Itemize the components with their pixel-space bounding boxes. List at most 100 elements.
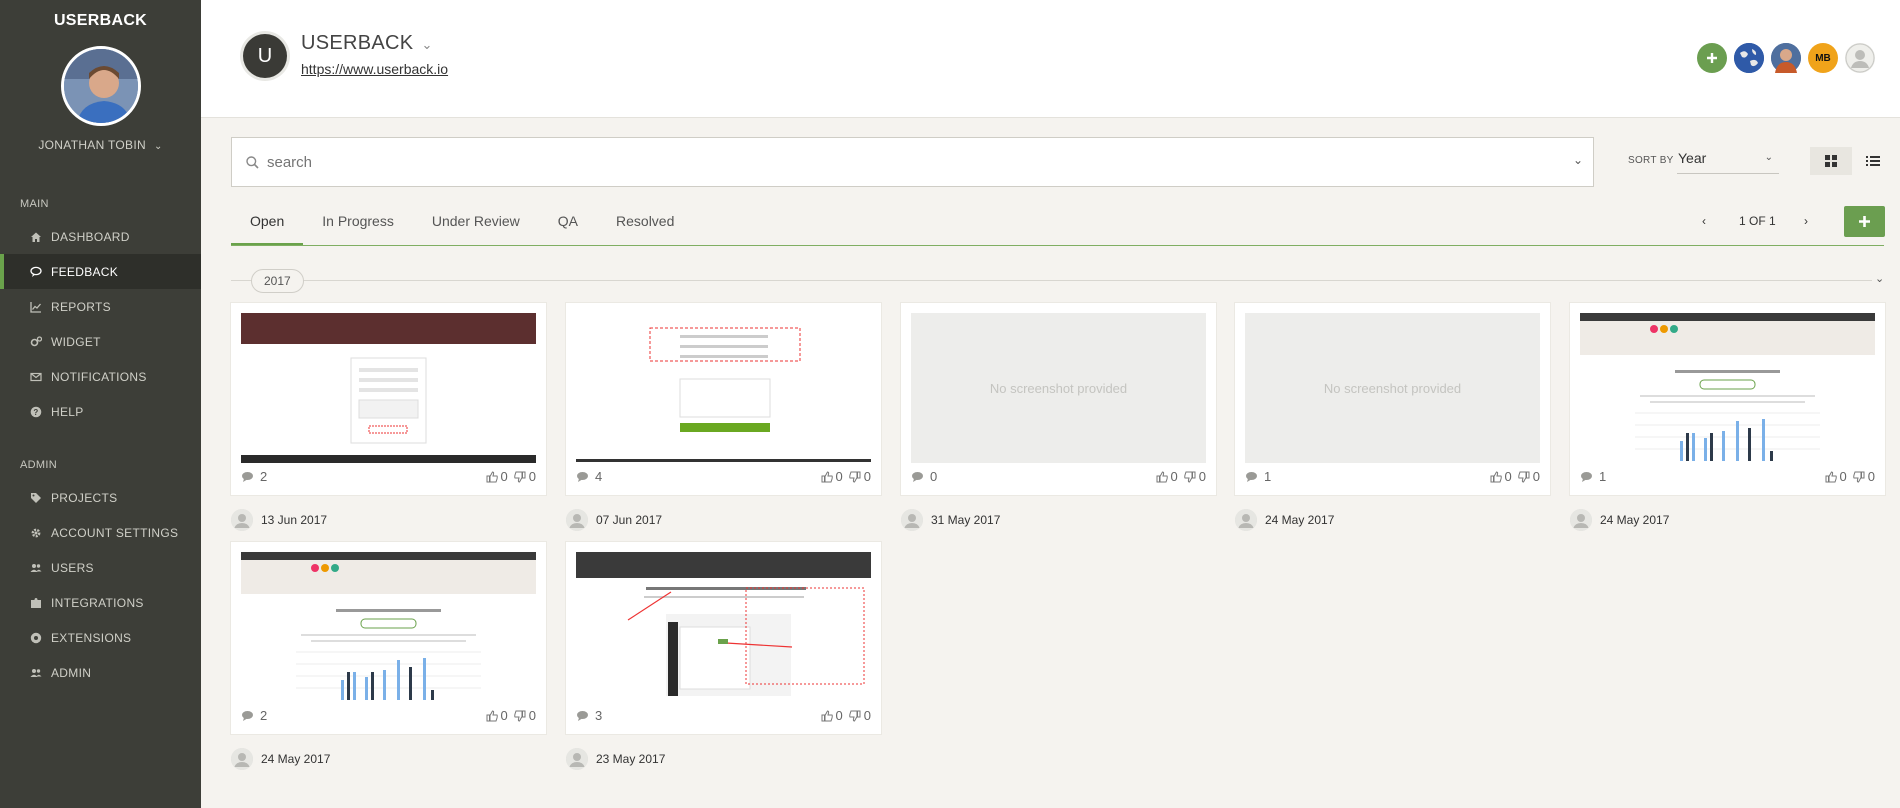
dislike-count: 0 [1532, 469, 1540, 484]
thumbs-up-icon [486, 709, 498, 721]
project-name: USERBACK [301, 32, 414, 54]
dislike-button[interactable] [1518, 471, 1530, 483]
thumbs-down-icon [1853, 471, 1865, 483]
collapse-chevron-icon[interactable]: ⌄ [1875, 272, 1884, 285]
like-button[interactable] [486, 470, 498, 483]
sort-select[interactable]: Year ⌄ [1677, 150, 1779, 174]
feedback-card[interactable]: No screenshot provided 0 0 0 [901, 303, 1216, 495]
like-button[interactable] [1490, 470, 1502, 483]
envelope-icon [30, 371, 42, 383]
thumbs-down-icon [849, 471, 861, 483]
screenshot-thumbnail[interactable] [241, 552, 536, 702]
card-footer: 300 [576, 708, 871, 726]
sidebar-item-extensions[interactable]: EXTENSIONS [0, 620, 201, 655]
no-screenshot-text: No screenshot provided [989, 380, 1128, 396]
feedback-card[interactable]: No screenshot provided 1 0 0 [1235, 303, 1550, 495]
sidebar-item-projects[interactable]: PROJECTS [0, 480, 201, 515]
member-avatar[interactable]: MB [1808, 43, 1838, 73]
member-avatar[interactable] [1734, 43, 1764, 73]
user-placeholder-icon [566, 748, 588, 770]
tab-open[interactable]: Open [231, 206, 304, 246]
card-meta: 24 May 2017 [231, 748, 330, 770]
grid-view-button[interactable] [1810, 147, 1852, 175]
dislike-button[interactable] [849, 471, 861, 483]
chevron-down-icon: ⌄ [1764, 152, 1773, 163]
feedback-card[interactable]: 300 [566, 542, 881, 734]
sidebar-item-account-settings[interactable]: ACCOUNT SETTINGS [0, 515, 201, 550]
sidebar-item-help[interactable]: ? HELP [0, 394, 201, 429]
list-icon [1866, 156, 1880, 166]
sidebar-item-feedback[interactable]: FEEDBACK [0, 254, 201, 289]
sidebar-item-dashboard[interactable]: DASHBOARD [0, 219, 201, 254]
globe-icon [1734, 43, 1764, 73]
comment-count[interactable]: 0 [911, 469, 937, 484]
like-count: 0 [835, 469, 843, 484]
dislike-button[interactable] [849, 710, 861, 722]
comment-count-value: 1 [1264, 469, 1272, 484]
prev-page-button[interactable]: ‹ [1702, 214, 1706, 228]
dislike-button[interactable] [514, 471, 526, 483]
next-page-button[interactable]: › [1804, 214, 1808, 228]
comment-icon [1581, 471, 1592, 482]
comment-count[interactable]: 1 [1245, 469, 1271, 484]
sidebar-item-widget[interactable]: WIDGET [0, 324, 201, 359]
user-menu[interactable]: JONATHAN TOBIN ⌄ [0, 138, 201, 152]
like-button[interactable] [486, 709, 498, 722]
like-button[interactable] [821, 709, 833, 722]
comment-count[interactable]: 3 [576, 708, 602, 723]
screenshot-thumbnail[interactable] [241, 313, 536, 463]
comment-count[interactable]: 4 [576, 469, 602, 484]
comment-count[interactable]: 2 [241, 469, 267, 484]
list-view-button[interactable] [1852, 147, 1894, 175]
add-member-button[interactable] [1697, 43, 1727, 73]
like-button[interactable] [1156, 470, 1168, 483]
sidebar-item-label: DASHBOARD [51, 229, 130, 244]
member-avatar[interactable] [1771, 43, 1801, 73]
feedback-card[interactable]: 100 [1570, 303, 1885, 495]
feedback-card[interactable]: 4 0 0 [566, 303, 881, 495]
like-button[interactable] [1825, 470, 1837, 483]
add-feedback-button[interactable] [1844, 206, 1885, 237]
dislike-button[interactable] [1853, 471, 1865, 483]
sidebar-item-label: HELP [51, 404, 84, 419]
feedback-card[interactable]: 200 [231, 542, 546, 734]
comment-count-value: 2 [260, 469, 268, 484]
no-screenshot-placeholder: No screenshot provided [1245, 313, 1540, 463]
question-icon: ? [30, 406, 42, 418]
like-count: 0 [1170, 469, 1178, 484]
tab-resolved[interactable]: Resolved [597, 206, 693, 246]
user-avatar[interactable] [60, 46, 141, 126]
search-input[interactable] [267, 153, 1517, 171]
search-bar[interactable]: ⌄ [231, 137, 1594, 187]
thumbs-up-icon [1825, 470, 1837, 482]
dislike-button[interactable] [514, 710, 526, 722]
dislike-count: 0 [863, 469, 871, 484]
project-url-link[interactable]: https://www.userback.io [301, 61, 448, 77]
comment-count[interactable]: 1 [1580, 469, 1606, 484]
sidebar-item-users[interactable]: USERS [0, 550, 201, 585]
sidebar-item-admin[interactable]: ADMIN [0, 655, 201, 690]
sidebar-item-label: EXTENSIONS [51, 630, 132, 645]
dislike-button[interactable] [1184, 471, 1196, 483]
card-meta: 24 May 2017 [1570, 509, 1669, 531]
sidebar-item-notifications[interactable]: NOTIFICATIONS [0, 359, 201, 394]
feedback-card[interactable]: 200 [231, 303, 546, 495]
screenshot-thumbnail [241, 552, 536, 702]
project-switcher[interactable]: USERBACK ⌄ [301, 32, 433, 55]
member-avatar[interactable] [1845, 43, 1875, 73]
like-button[interactable] [821, 470, 833, 483]
sidebar-item-integrations[interactable]: INTEGRATIONS [0, 585, 201, 620]
chevron-down-icon[interactable]: ⌄ [1573, 153, 1583, 167]
comment-count[interactable]: 2 [241, 708, 267, 723]
screenshot-thumbnail[interactable] [1580, 313, 1875, 463]
thumbs-up-icon [821, 709, 833, 721]
comment-count-value: 0 [930, 469, 938, 484]
reporter-avatar [1235, 509, 1257, 531]
screenshot-thumbnail[interactable] [576, 552, 871, 702]
sidebar-item-label: USERS [51, 560, 94, 575]
screenshot-thumbnail[interactable] [576, 313, 871, 463]
tab-under-review[interactable]: Under Review [413, 206, 539, 246]
tab-qa[interactable]: QA [539, 206, 597, 246]
sidebar-item-reports[interactable]: REPORTS [0, 289, 201, 324]
tab-in-progress[interactable]: In Progress [303, 206, 413, 246]
